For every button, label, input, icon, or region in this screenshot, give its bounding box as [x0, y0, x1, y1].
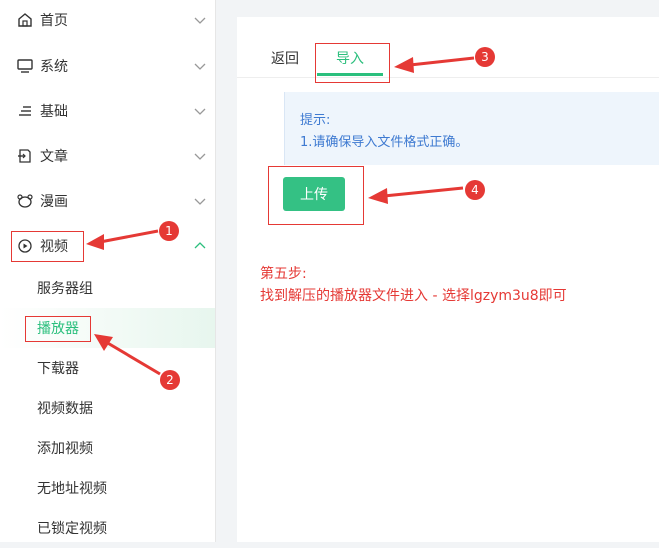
chevron-down-icon [194, 108, 206, 115]
instruction-text: 找到解压的播放器文件进入 - 选择lgzym3u8即可 [260, 288, 567, 304]
annotation-box-player [25, 316, 91, 342]
submenu-item-label: 已锁定视频 [37, 521, 107, 537]
submenu-item-label: 服务器组 [37, 281, 93, 297]
annotation-badge-1: 1 [159, 221, 179, 241]
notice-title: 提示: [300, 113, 331, 128]
menu-item-label: 首页 [40, 13, 68, 29]
submenu-item-no-address-video[interactable]: 无地址视频 [0, 468, 215, 508]
submenu-item-add-video[interactable]: 添加视频 [0, 428, 215, 468]
monitor-icon [17, 58, 33, 74]
annotation-box-video [11, 231, 84, 262]
menu-item-article[interactable]: 文章 [0, 136, 215, 176]
menu-item-home[interactable]: 首页 [0, 0, 215, 40]
bear-icon [17, 193, 33, 209]
notice-box: 提示: 1.请确保导入文件格式正确。 [284, 92, 659, 165]
annotation-box-import [315, 43, 390, 83]
submenu-item-label: 添加视频 [37, 441, 93, 457]
menu-item-label: 基础 [40, 104, 68, 120]
annotation-badge-3: 3 [475, 47, 495, 67]
annotation-badge-2: 2 [160, 370, 180, 390]
tab-bar: 返回 导入 [237, 17, 659, 78]
article-icon [17, 148, 33, 164]
submenu-item-video-data[interactable]: 视频数据 [0, 388, 215, 428]
annotation-box-upload [268, 166, 364, 225]
submenu-item-label: 下载器 [37, 361, 79, 377]
tab-back[interactable]: 返回 [271, 48, 299, 68]
instruction-step: 第五步: [260, 266, 307, 282]
menu-item-label: 系统 [40, 59, 68, 75]
home-icon [17, 12, 33, 28]
submenu-item-label: 视频数据 [37, 401, 93, 417]
chevron-down-icon [194, 198, 206, 205]
chevron-down-icon [194, 17, 206, 24]
submenu-item-locked-video[interactable]: 已锁定视频 [0, 508, 215, 548]
menu-item-basic[interactable]: 基础 [0, 91, 215, 131]
chevron-down-icon [194, 153, 206, 160]
menu-item-system[interactable]: 系统 [0, 46, 215, 86]
menu-item-label: 文章 [40, 149, 68, 165]
chevron-down-icon [194, 63, 206, 70]
sidebar: 首页 系统 基础 文章 漫画 视频 服务器组 播放器 下载器 视频数据 添加视频… [0, 0, 216, 542]
submenu-item-server-group[interactable]: 服务器组 [0, 268, 215, 308]
chevron-up-icon [194, 242, 206, 249]
submenu-item-label: 无地址视频 [37, 481, 107, 497]
menu-item-comic[interactable]: 漫画 [0, 181, 215, 221]
annotation-badge-4: 4 [465, 180, 485, 200]
menu-item-label: 漫画 [40, 194, 68, 210]
notice-line: 1.请确保导入文件格式正确。 [300, 135, 469, 150]
list-icon [17, 103, 33, 119]
submenu-item-downloader[interactable]: 下载器 [0, 348, 215, 388]
